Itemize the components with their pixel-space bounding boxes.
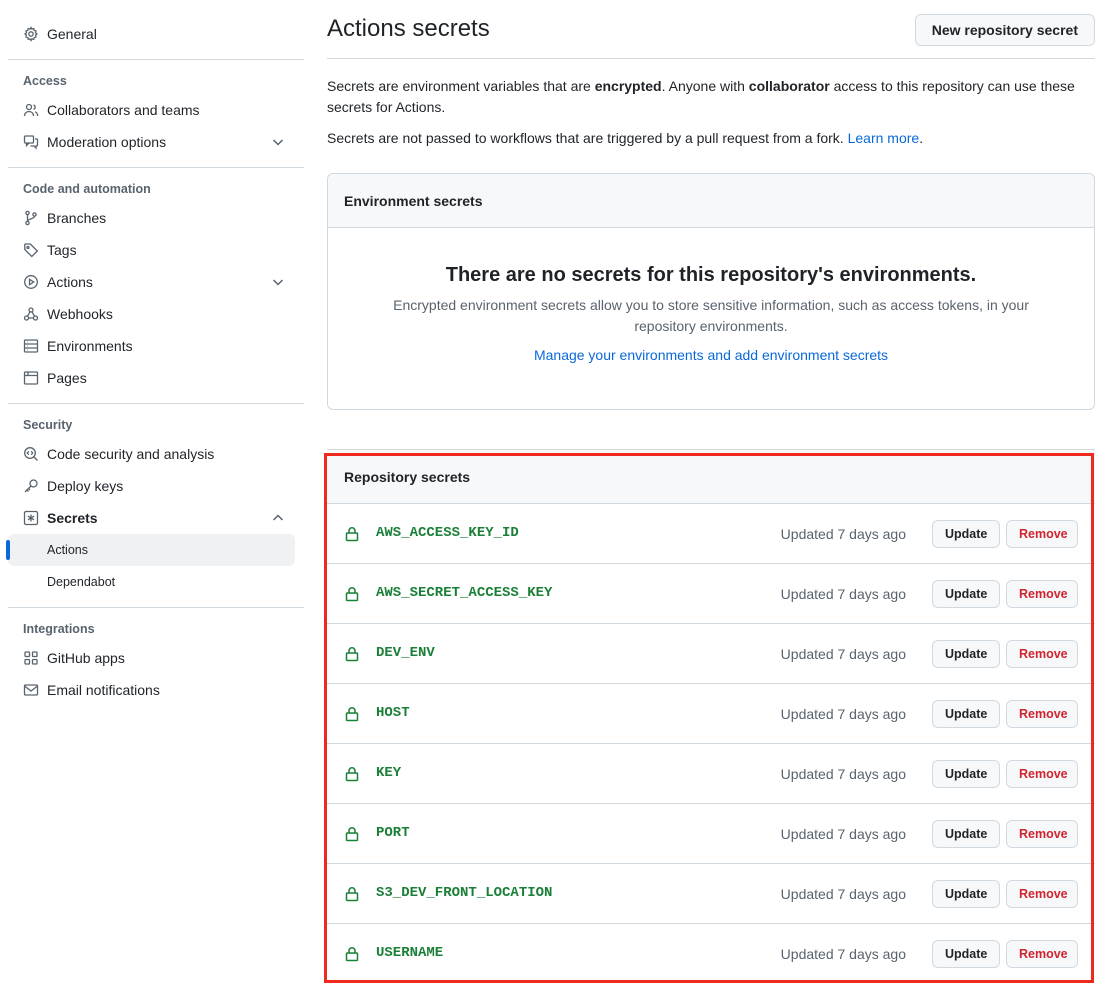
play-icon	[23, 274, 39, 290]
description-text: Secrets are environment variables that a…	[327, 78, 595, 94]
sidebar-item-deploy-keys[interactable]: Deploy keys	[8, 470, 304, 502]
main-content: Actions secrets New repository secret Se…	[327, 0, 1095, 410]
sidebar-item-label: Pages	[47, 370, 87, 386]
sidebar-item-collaborators[interactable]: Collaborators and teams	[8, 94, 304, 126]
environment-secrets-box: Environment secrets There are no secrets…	[327, 173, 1095, 410]
description-text: .	[919, 130, 924, 146]
sidebar-item-github-apps[interactable]: GitHub apps	[8, 642, 304, 674]
comment-discussion-icon	[23, 134, 39, 150]
sidebar-item-label: GitHub apps	[47, 650, 125, 666]
blankslate-title: There are no secrets for this repository…	[445, 264, 977, 286]
apps-icon	[23, 650, 39, 666]
sidebar-heading-code-automation: Code and automation	[23, 182, 151, 196]
sidebar-item-label: Secrets	[47, 510, 98, 526]
chevron-down-icon[interactable]	[270, 134, 286, 150]
sidebar-item-label: Actions	[47, 274, 93, 290]
secrets-description: Secrets are environment variables that a…	[327, 76, 1095, 118]
sidebar-item-label: Email notifications	[47, 682, 160, 698]
git-branch-icon	[23, 210, 39, 226]
sidebar-heading-integrations: Integrations	[23, 622, 95, 636]
sidebar-item-environments[interactable]: Environments	[8, 330, 304, 362]
sidebar-item-webhooks[interactable]: Webhooks	[8, 298, 304, 330]
sidebar-item-pages[interactable]: Pages	[8, 362, 304, 394]
sidebar-item-email-notifications[interactable]: Email notifications	[8, 674, 304, 706]
environment-secrets-heading: Environment secrets	[328, 174, 1094, 228]
page-title: Actions secrets	[327, 15, 490, 42]
asterisk-icon	[23, 510, 39, 526]
sidebar-heading-security: Security	[23, 418, 73, 432]
sidebar-item-secrets[interactable]: Secrets	[8, 502, 304, 534]
environment-secrets-blankslate: There are no secrets for this repository…	[328, 228, 1094, 363]
sidebar-item-moderation[interactable]: Moderation options	[8, 126, 304, 158]
sidebar-item-label: General	[47, 26, 97, 42]
sidebar-item-label: Branches	[47, 210, 107, 226]
webhook-icon	[23, 306, 39, 322]
sidebar-subitem-actions[interactable]: Actions	[6, 534, 295, 566]
description-text: Secrets are not passed to workflows that…	[327, 130, 848, 146]
browser-icon	[23, 370, 39, 386]
sidebar-item-code-security[interactable]: Code security and analysis	[8, 438, 304, 470]
mail-icon	[23, 682, 39, 698]
sidebar-item-general[interactable]: General	[8, 18, 304, 50]
manage-environments-link[interactable]: Manage your environments and add environ…	[534, 347, 888, 363]
description-emphasis-encrypted: encrypted	[594, 78, 662, 94]
description-text: . Anyone with	[661, 78, 749, 94]
new-repository-secret-button[interactable]: New repository secret	[914, 14, 1095, 46]
people-icon	[23, 102, 39, 118]
gear-icon	[23, 26, 39, 42]
sidebar-item-label: Deploy keys	[47, 478, 124, 494]
server-icon	[23, 338, 39, 354]
sidebar-item-label: Webhooks	[47, 306, 113, 322]
page-header: Actions secrets New repository secret	[327, 0, 1095, 59]
chevron-up-icon[interactable]	[270, 510, 286, 526]
highlight-box	[324, 453, 1094, 983]
sidebar-item-label: Tags	[47, 242, 77, 258]
sidebar-item-label: Moderation options	[47, 134, 167, 150]
sidebar-item-label: Collaborators and teams	[47, 102, 200, 118]
tag-icon	[23, 242, 39, 258]
blankslate-description: Encrypted environment secrets allow you …	[393, 297, 1029, 334]
sidebar-item-label: Code security and analysis	[47, 446, 215, 462]
sidebar-item-label: Environments	[47, 338, 133, 354]
sidebar-item-tags[interactable]: Tags	[8, 234, 304, 266]
sidebar-subitem-dependabot[interactable]: Dependabot	[8, 566, 295, 598]
key-icon	[23, 478, 39, 494]
codescan-icon	[23, 446, 39, 462]
learn-more-link[interactable]: Learn more	[848, 130, 920, 146]
sidebar-item-actions[interactable]: Actions	[8, 266, 304, 298]
sidebar-item-branches[interactable]: Branches	[8, 202, 304, 234]
description-emphasis-collaborator: collaborator	[748, 78, 830, 94]
settings-sidebar: General Access Collaborators and teams M…	[6, 18, 304, 706]
fork-description: Secrets are not passed to workflows that…	[327, 128, 1095, 149]
chevron-down-icon[interactable]	[270, 274, 286, 290]
sidebar-heading-access: Access	[23, 74, 67, 88]
